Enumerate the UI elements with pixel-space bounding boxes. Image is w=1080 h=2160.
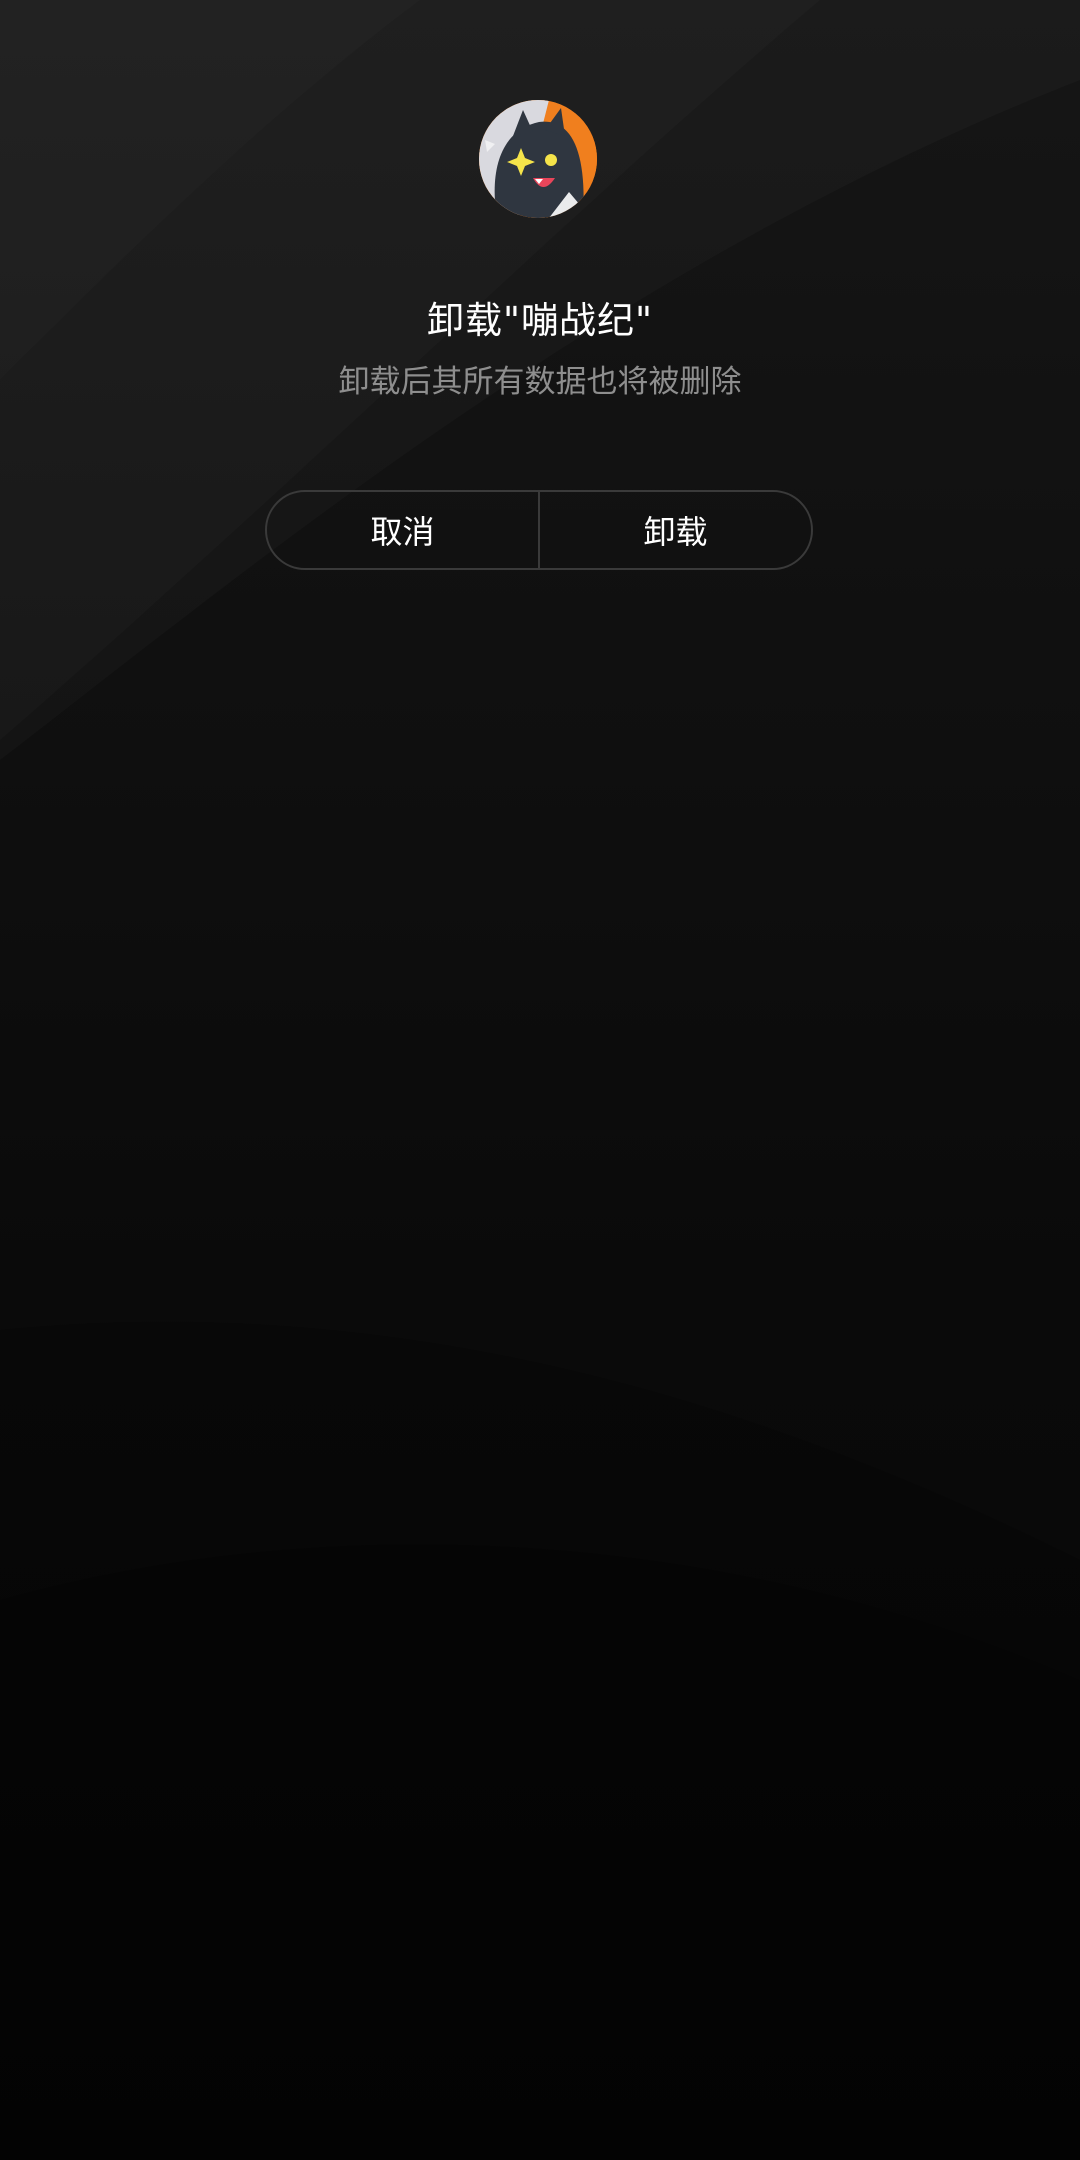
- app-avatar-icon: [479, 100, 597, 218]
- dialog-button-group: 取消 卸载: [265, 490, 813, 570]
- cancel-button[interactable]: 取消: [267, 492, 538, 568]
- dialog-subtitle: 卸载后其所有数据也将被删除: [338, 364, 742, 400]
- dialog-title: 卸载"嘣战纪": [426, 299, 654, 342]
- uninstall-button[interactable]: 卸载: [540, 492, 811, 568]
